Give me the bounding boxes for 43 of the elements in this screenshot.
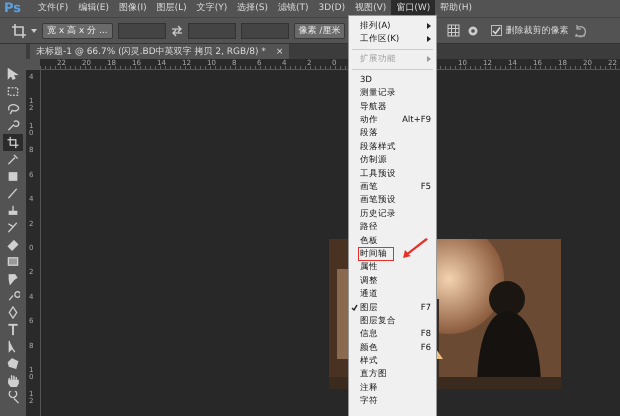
menu-item[interactable]: 色板 bbox=[349, 234, 436, 248]
app-logo: Ps bbox=[4, 1, 22, 16]
menu-bar-item[interactable]: 文字(Y) bbox=[192, 0, 232, 17]
menu-bar-item[interactable]: 图层(L) bbox=[152, 0, 192, 17]
document-tab[interactable]: 未标题-1 @ 66.7% (闪灵.BD中英双字 拷贝 2, RGB/8) * × bbox=[30, 44, 290, 59]
menu-item[interactable]: 通道 bbox=[349, 287, 436, 301]
menu-item[interactable]: 导航器 bbox=[349, 100, 436, 114]
menu-bar-item[interactable]: 视图(V) bbox=[350, 0, 392, 17]
menu-item[interactable]: 信息 F8 bbox=[349, 328, 436, 341]
delete-cropped-checkbox[interactable]: 删除裁剪的像素 bbox=[491, 24, 568, 37]
close-icon[interactable]: × bbox=[276, 46, 284, 56]
menu-item[interactable]: 图层 F7 bbox=[349, 300, 436, 314]
menu-bar-item[interactable]: 帮助(H) bbox=[435, 0, 478, 17]
menu-bar-item[interactable]: 选择(S) bbox=[232, 0, 273, 17]
menu-bar-item[interactable]: 滤镜(T) bbox=[272, 0, 314, 17]
menu-bar-item[interactable]: 编辑(E) bbox=[73, 0, 114, 17]
menu-item[interactable]: 排列(A) bbox=[349, 19, 436, 32]
menu-item[interactable]: 3D bbox=[349, 73, 436, 87]
menu-item[interactable]: 图层复合 bbox=[349, 314, 436, 328]
menu-item[interactable]: 直方图 bbox=[349, 368, 436, 382]
menu-item[interactable]: 测量记录 bbox=[349, 86, 436, 100]
menu-item[interactable]: 历史记录 bbox=[349, 207, 436, 220]
unit-dropdown[interactable]: 像素 /厘米 bbox=[294, 22, 346, 38]
menu-item[interactable]: 时间轴 bbox=[349, 247, 436, 261]
menu-item[interactable]: 仿制源 bbox=[349, 154, 436, 167]
menu-item[interactable]: 字符 bbox=[349, 394, 436, 408]
menu-bar-item[interactable]: 3D(D) bbox=[314, 0, 350, 17]
menu-item[interactable]: 颜色 F6 bbox=[349, 340, 436, 354]
menu-item[interactable]: 段落样式 bbox=[349, 140, 436, 154]
menu-item[interactable]: 段落 bbox=[349, 126, 436, 140]
menu-item[interactable]: 画笔预设 bbox=[349, 194, 436, 208]
menu-item[interactable]: 工作区(K) bbox=[349, 32, 436, 46]
menu-item[interactable]: 路径 bbox=[349, 220, 436, 234]
menu-item[interactable]: 动作 Alt+F9 bbox=[349, 113, 436, 127]
menu-item[interactable]: 工具预设 bbox=[349, 166, 436, 180]
menu-bar-item[interactable]: 图像(I) bbox=[114, 0, 152, 17]
menu-item[interactable]: 画笔 F5 bbox=[349, 180, 436, 194]
ratio-dropdown[interactable]: 宽 x 高 x 分 ... bbox=[42, 22, 113, 38]
menu-bar-item[interactable]: 文件(F) bbox=[33, 0, 74, 17]
menu-item[interactable]: 注释 bbox=[349, 381, 436, 395]
menu-item[interactable]: 属性 bbox=[349, 260, 436, 274]
menu-item[interactable]: 调整 bbox=[349, 274, 436, 288]
menu-item[interactable]: 样式 bbox=[349, 354, 436, 368]
